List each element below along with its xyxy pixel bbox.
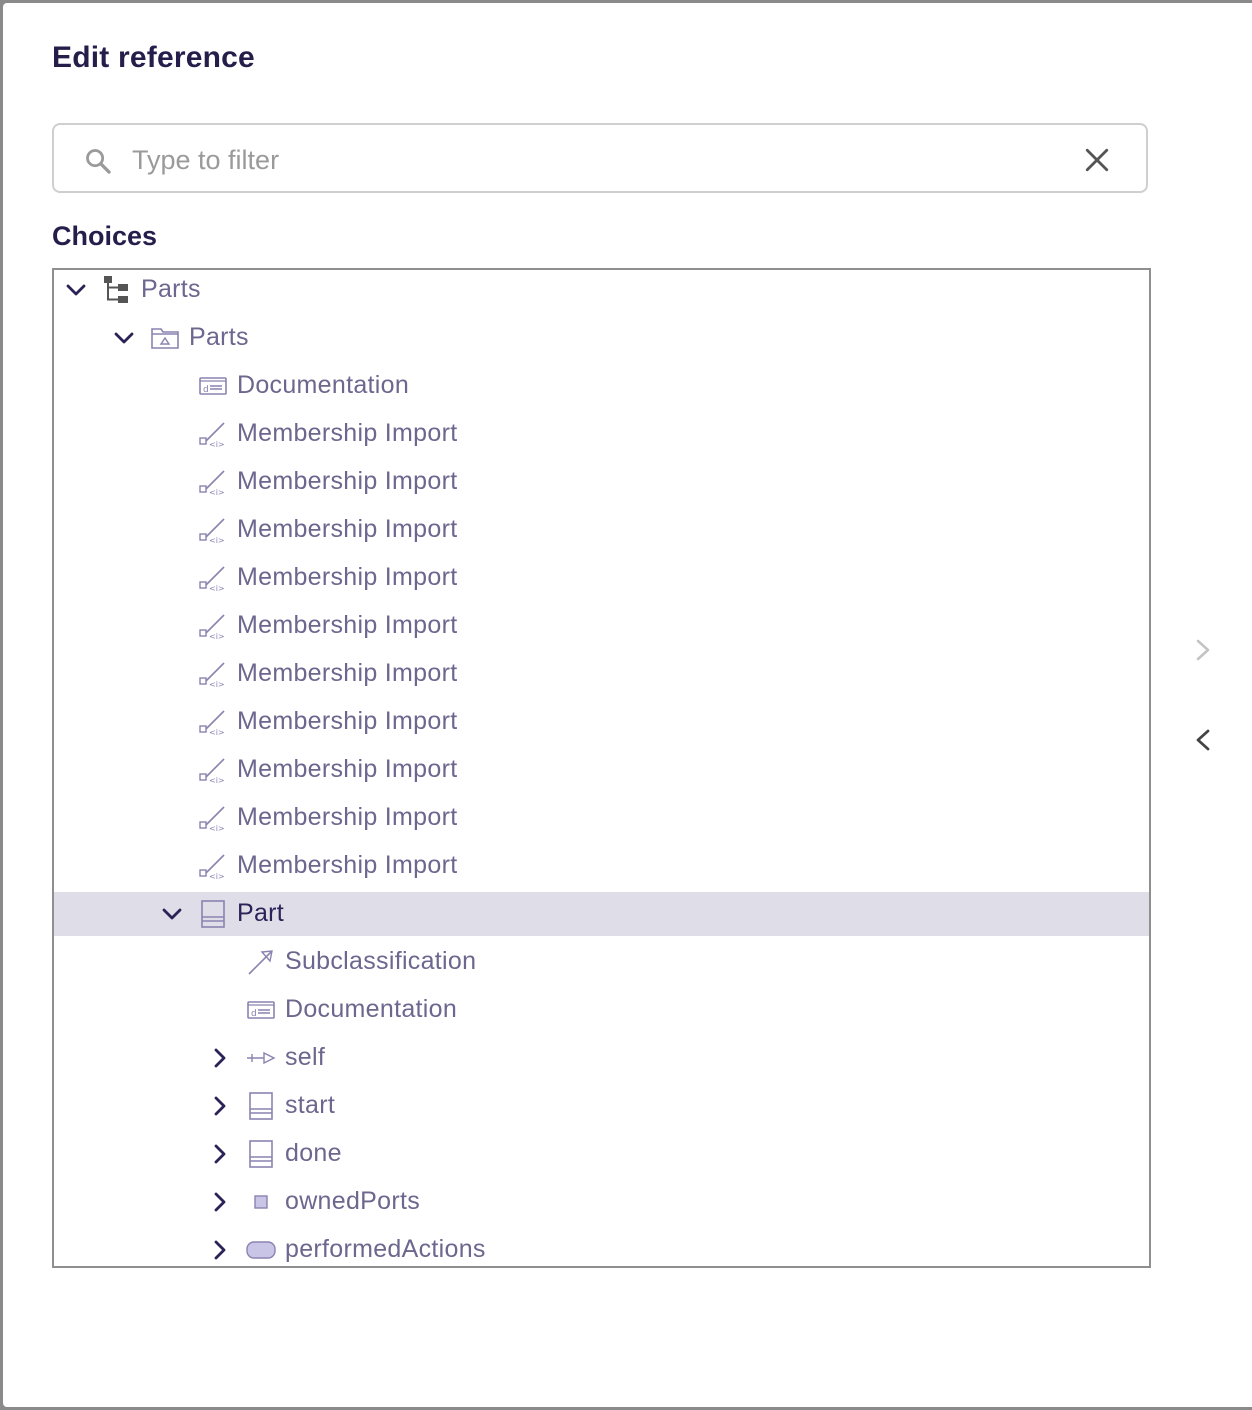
tree-item-label: performedActions	[285, 1235, 486, 1263]
svg-text:<i>: <i>	[209, 872, 225, 881]
subclassification-icon	[248, 950, 273, 975]
tree-item-label: Documentation	[237, 371, 410, 399]
tree-item[interactable]: <i> Membership Import	[54, 604, 1149, 648]
chevron-right-icon[interactable]	[208, 1190, 232, 1214]
dialog-title: Edit reference	[52, 41, 255, 74]
part-definition-icon	[249, 1092, 273, 1120]
tree-item-label: Parts	[189, 323, 249, 351]
tree-item-label: Membership Import	[237, 803, 458, 831]
documentation-icon: d	[199, 377, 227, 395]
tree-item-label: Membership Import	[237, 515, 458, 543]
svg-text:<i>: <i>	[209, 776, 225, 785]
chevron-down-icon[interactable]	[112, 326, 136, 350]
tree-item[interactable]: <i> Membership Import	[54, 556, 1149, 600]
svg-text:<i>: <i>	[209, 536, 225, 545]
tree-item[interactable]: self	[54, 1036, 1149, 1080]
membership-import-icon: <i>	[199, 518, 225, 545]
svg-text:<i>: <i>	[209, 632, 225, 641]
svg-text:<i>: <i>	[209, 584, 225, 593]
svg-text:d: d	[251, 1009, 257, 1019]
tree-item-label: self	[285, 1043, 326, 1071]
chevron-right-icon[interactable]	[208, 1046, 232, 1070]
membership-import-icon: <i>	[199, 422, 225, 449]
tree-item-label: Membership Import	[237, 707, 458, 735]
tree-item[interactable]: <i> Membership Import	[54, 412, 1149, 456]
svg-text:<i>: <i>	[209, 728, 225, 737]
tree-item[interactable]: <i> Membership Import	[54, 508, 1149, 552]
membership-import-icon: <i>	[199, 470, 225, 497]
tree-item-label: Subclassification	[285, 947, 477, 975]
tree-item[interactable]: <i> Membership Import	[54, 844, 1149, 888]
tree-item-label: ownedPorts	[285, 1187, 421, 1215]
tree-item-label: start	[285, 1091, 336, 1119]
part-definition-icon	[249, 1140, 273, 1168]
tree-item[interactable]: <i> Membership Import	[54, 748, 1149, 792]
tree-item-label: Parts	[141, 275, 201, 303]
tree-item[interactable]: done	[54, 1132, 1149, 1176]
membership-import-icon: <i>	[199, 854, 225, 881]
tree-item-label: Documentation	[285, 995, 458, 1023]
tree-item[interactable]: <i> Membership Import	[54, 652, 1149, 696]
membership-import-icon: <i>	[199, 566, 225, 593]
part-definition-icon	[201, 900, 225, 928]
reference-usage-icon	[247, 1051, 276, 1065]
filter-field[interactable]	[52, 123, 1148, 193]
chevron-right-icon[interactable]	[208, 1238, 232, 1262]
membership-import-icon: <i>	[199, 662, 225, 689]
documentation-icon: d	[247, 1001, 275, 1019]
tree-item-label: Membership Import	[237, 851, 458, 879]
svg-text:d: d	[203, 385, 209, 395]
chevron-down-icon[interactable]	[64, 278, 88, 302]
close-icon[interactable]	[1084, 147, 1110, 173]
tree-item-label: Membership Import	[237, 419, 458, 447]
tree-item-label: Part	[237, 899, 285, 927]
tree-item[interactable]: <i> Membership Import	[54, 796, 1149, 840]
choices-tree[interactable]: Parts Parts d Documentation <i> Membership Im…	[52, 268, 1151, 1268]
membership-import-icon: <i>	[199, 806, 225, 833]
membership-import-icon: <i>	[199, 758, 225, 785]
svg-text:<i>: <i>	[209, 824, 225, 833]
chevron-right-icon[interactable]	[208, 1142, 232, 1166]
chevron-down-icon[interactable]	[160, 902, 184, 926]
filter-input[interactable]	[130, 137, 1054, 183]
svg-text:<i>: <i>	[209, 680, 225, 689]
tree-item[interactable]: performedActions	[54, 1228, 1149, 1266]
tree-item-label: Membership Import	[237, 563, 458, 591]
tree-item-label: Membership Import	[237, 755, 458, 783]
port-icon	[254, 1195, 268, 1209]
package-folder-icon	[151, 328, 179, 349]
chevron-left-icon[interactable]	[1191, 725, 1215, 755]
svg-text:<i>: <i>	[209, 488, 225, 497]
action-icon	[246, 1241, 276, 1259]
membership-import-icon: <i>	[199, 710, 225, 737]
search-icon	[86, 149, 111, 174]
chevron-right-icon[interactable]	[1191, 635, 1215, 665]
tree-root-icon	[104, 276, 128, 303]
tree-item[interactable]: d Documentation	[54, 364, 1149, 408]
tree-item[interactable]: <i> Membership Import	[54, 460, 1149, 504]
tree-item[interactable]: d Documentation	[54, 988, 1149, 1032]
svg-text:<i>: <i>	[209, 440, 225, 449]
tree-item[interactable]: Parts	[54, 316, 1149, 360]
tree-item[interactable]: start	[54, 1084, 1149, 1128]
tree-item[interactable]: Parts	[54, 270, 1149, 312]
tree-item[interactable]: Part	[54, 892, 1149, 936]
tree-item[interactable]: <i> Membership Import	[54, 700, 1149, 744]
tree-item-label: Membership Import	[237, 467, 458, 495]
tree-item-label: Membership Import	[237, 611, 458, 639]
edit-reference-dialog: Edit reference Choices Parts Parts d Docume…	[3, 3, 1252, 1407]
chevron-right-icon[interactable]	[208, 1094, 232, 1118]
tree-item-label: done	[285, 1139, 342, 1167]
tree-item-label: Membership Import	[237, 659, 458, 687]
membership-import-icon: <i>	[199, 614, 225, 641]
choices-heading: Choices	[52, 221, 158, 251]
tree-item[interactable]: ownedPorts	[54, 1180, 1149, 1224]
tree-item[interactable]: Subclassification	[54, 940, 1149, 984]
